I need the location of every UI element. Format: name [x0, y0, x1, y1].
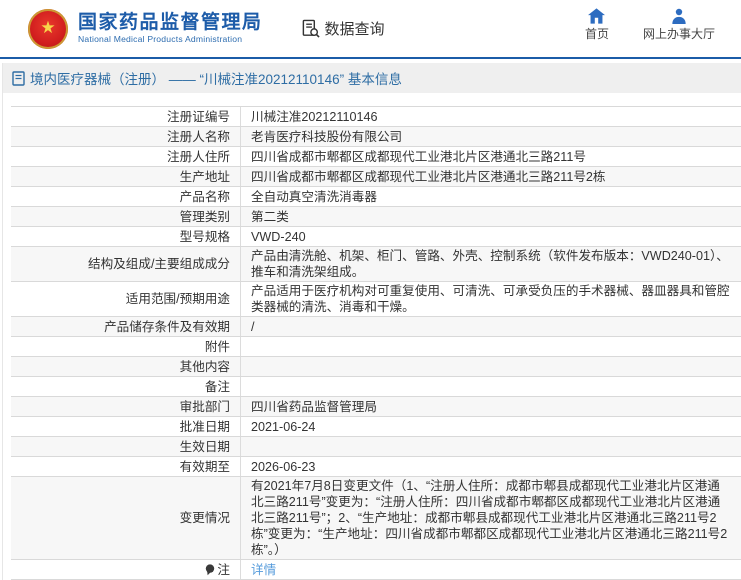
note-bullet-icon — [206, 563, 215, 575]
table-row-attachments: 附件 — [11, 337, 741, 357]
table-row-management-class: 管理类别 第二类 — [11, 207, 741, 227]
table-row-approval-department: 审批部门 四川省药品监督管理局 — [11, 397, 741, 417]
agency-name-block: 国家药品监督管理局 National Medical Products Admi… — [78, 12, 263, 45]
table-row-registration-number: 注册证编号 川械注准20212110146 — [11, 106, 741, 127]
note-details-link[interactable]: 详情 — [251, 562, 276, 578]
row-label: 审批部门 — [11, 397, 241, 416]
nav-data-query-label: 数据查询 — [324, 21, 385, 38]
row-label: 型号规格 — [11, 227, 241, 246]
home-icon — [588, 8, 606, 24]
nav-service-hall[interactable]: 网上办事大厅 — [643, 8, 715, 41]
row-label: 管理类别 — [11, 207, 241, 226]
row-value: 川械注准20212110146 — [251, 109, 378, 124]
data-query-icon — [302, 19, 320, 38]
table-row-change-history: 变更情况 有2021年7月8日变更文件（1、“注册人住所：成都市郫县成都现代工业… — [11, 477, 741, 560]
table-row-remarks: 备注 — [11, 377, 741, 397]
row-label: 注册人住所 — [11, 147, 241, 166]
row-value: 四川省成都市郫都区成都现代工业港北片区港通北三路211号2栋 — [251, 169, 606, 184]
row-value: 第二类 — [251, 209, 289, 224]
row-label: 适用范围/预期用途 — [11, 282, 241, 316]
page-title: 境内医疗器械（注册） —— “川械注准20212110146” 基本信息 — [30, 72, 402, 87]
row-value: 产品由清洗舱、机架、柜门、管路、外壳、控制系统（软件发布版本：VWD240-01… — [251, 249, 729, 279]
row-label: 注 — [11, 560, 241, 579]
table-row-structure-composition: 结构及组成/主要组成成分 产品由清洗舱、机架、柜门、管路、外壳、控制系统（软件发… — [11, 247, 741, 282]
nav-home-label: 首页 — [584, 27, 609, 41]
agency-logo[interactable]: ★ 国家药品监督管理局 National Medical Products Ad… — [28, 8, 263, 49]
table-row-registrant-name: 注册人名称 老肯医疗科技股份有限公司 — [11, 127, 741, 147]
table-row-other-content: 其他内容 — [11, 357, 741, 377]
row-label: 注册证编号 — [11, 107, 241, 126]
row-label: 备注 — [11, 377, 241, 396]
header-quick-links: 首页 网上办事大厅 — [585, 8, 715, 41]
row-value — [241, 377, 741, 396]
row-label: 附件 — [11, 337, 241, 356]
table-row-product-name: 产品名称 全自动真空清洗消毒器 — [11, 187, 741, 207]
row-label: 批准日期 — [11, 417, 241, 436]
row-value: 四川省药品监督管理局 — [251, 399, 377, 414]
row-label: 其他内容 — [11, 357, 241, 376]
table-row-effective-date: 生效日期 — [11, 437, 741, 457]
row-label: 结构及组成/主要组成成分 — [11, 247, 241, 281]
table-row-registrant-address: 注册人住所 四川省成都市郫都区成都现代工业港北片区港通北三路211号 — [11, 147, 741, 167]
row-value: 2021-06-24 — [251, 419, 316, 434]
agency-name-en: National Medical Products Administration — [78, 34, 243, 44]
row-value: 四川省成都市郫都区成都现代工业港北片区港通北三路211号 — [251, 149, 586, 164]
row-value: 全自动真空清洗消毒器 — [251, 189, 377, 204]
row-value: 详情 — [241, 560, 741, 579]
row-value: VWD-240 — [251, 229, 306, 244]
agency-name-cn: 国家药品监督管理局 — [78, 12, 263, 33]
table-row-note: 注 详情 — [11, 560, 741, 580]
row-value: / — [251, 319, 255, 334]
row-value: 老肯医疗科技股份有限公司 — [251, 129, 403, 144]
table-row-storage-validity: 产品储存条件及有效期 / — [11, 317, 741, 337]
nav-service-hall-label: 网上办事大厅 — [642, 27, 715, 41]
row-label: 变更情况 — [11, 477, 241, 559]
table-row-production-address: 生产地址 四川省成都市郫都区成都现代工业港北片区港通北三路211号2栋 — [11, 167, 741, 187]
table-row-intended-use: 适用范围/预期用途 产品适用于医疗机构对可重复使用、可清洗、可承受负压的手术器械… — [11, 282, 741, 317]
row-label: 有效期至 — [11, 457, 241, 476]
row-label: 生效日期 — [11, 437, 241, 456]
page-title-bar: 境内医疗器械（注册） —— “川械注准20212110146” 基本信息 — [3, 63, 741, 93]
site-header: ★ 国家药品监督管理局 National Medical Products Ad… — [0, 0, 741, 59]
row-value: 2026-06-23 — [251, 459, 316, 474]
row-label: 生产地址 — [11, 167, 241, 186]
table-row-expiry-date: 有效期至 2026-06-23 — [11, 457, 741, 477]
nav-home[interactable]: 首页 — [585, 8, 609, 41]
person-icon — [672, 8, 686, 24]
row-value: 产品适用于医疗机构对可重复使用、可清洗、可承受负压的手术器械、器皿器具和管腔类器… — [251, 284, 730, 314]
registration-info-table: 注册证编号 川械注准20212110146 注册人名称 老肯医疗科技股份有限公司… — [11, 106, 741, 580]
row-label: 注册人名称 — [11, 127, 241, 146]
nav-data-query[interactable]: 数据查询 — [301, 18, 385, 39]
document-icon — [12, 70, 25, 86]
row-label: 产品名称 — [11, 187, 241, 206]
emblem-star: ★ — [40, 18, 56, 37]
row-value — [241, 337, 741, 356]
row-value: 有2021年7月8日变更文件（1、“注册人住所：成都市郫县成都现代工业港北片区港… — [251, 479, 728, 557]
national-emblem-icon: ★ — [28, 8, 68, 49]
table-row-approval-date: 批准日期 2021-06-24 — [11, 417, 741, 437]
row-label: 产品储存条件及有效期 — [11, 317, 241, 336]
row-value — [241, 437, 741, 456]
page-content: 境内医疗器械（注册） —— “川械注准20212110146” 基本信息 注册证… — [2, 63, 741, 580]
row-value — [241, 357, 741, 376]
table-row-model-spec: 型号规格 VWD-240 — [11, 227, 741, 247]
